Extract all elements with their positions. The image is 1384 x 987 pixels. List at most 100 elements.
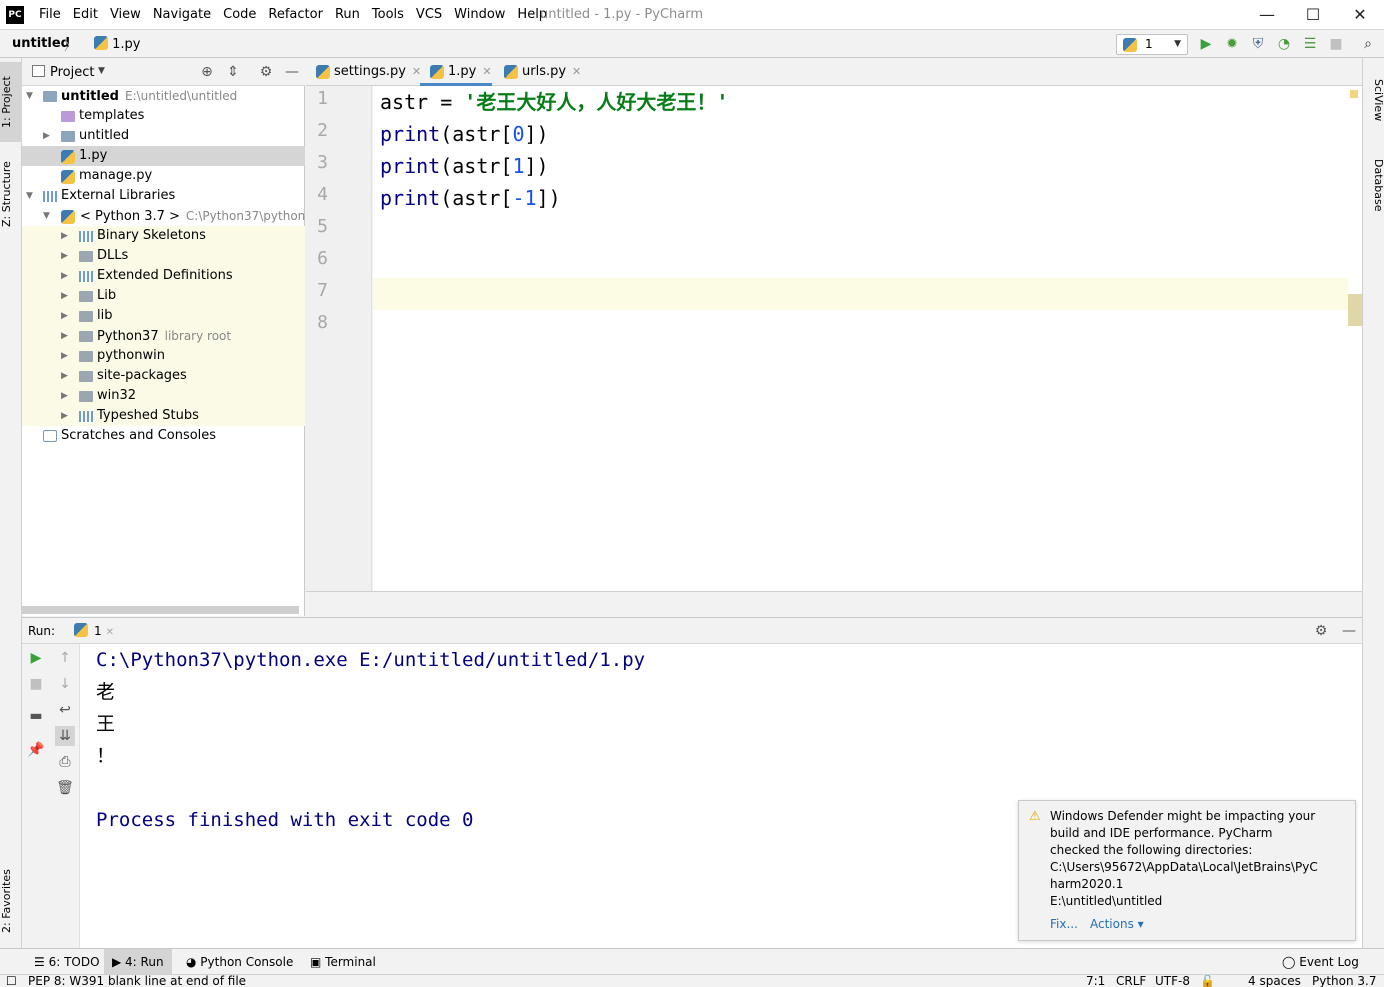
breadcrumb-file[interactable]: 1.py — [94, 36, 141, 52]
tab-terminal[interactable]: ▣ Terminal — [302, 949, 384, 975]
tree-item-python37[interactable]: ▶ Python37 library root — [22, 326, 305, 346]
arrow-up-icon[interactable]: ↑ — [55, 648, 75, 668]
collapse-all-icon[interactable]: ⇕ — [224, 63, 242, 81]
tab-event-log[interactable]: ◯ Event Log — [1274, 949, 1367, 975]
arrow-down-icon[interactable]: ↓ — [55, 674, 75, 694]
run-tab-1[interactable]: 1 ✕ — [74, 623, 114, 638]
tree-item-lib-upper[interactable]: ▶ Lib — [22, 286, 305, 306]
debug-icon[interactable]: ✹ — [1222, 34, 1242, 54]
layout-icon[interactable]: ▬ — [26, 706, 46, 726]
lock-icon[interactable]: 🔓 — [1200, 975, 1215, 987]
tab-database[interactable]: Database — [1363, 148, 1384, 222]
run-icon[interactable]: ▶ — [1196, 34, 1216, 54]
tree-item-site-packages[interactable]: ▶ site-packages — [22, 366, 305, 386]
close-icon[interactable]: ✕ — [106, 627, 114, 638]
gear-icon[interactable]: ⚙ — [257, 63, 275, 81]
rerun-icon[interactable]: ▶ — [26, 648, 46, 668]
tree-item-untitled-package[interactable]: ▶ untitled — [22, 126, 305, 146]
tree-item-manage-py[interactable]: manage.py — [22, 166, 305, 186]
gear-icon[interactable]: ⚙ — [1312, 622, 1330, 640]
minimize-button[interactable]: — — [1244, 0, 1290, 30]
tree-item-templates[interactable]: templates — [22, 106, 305, 126]
horizontal-scrollbar[interactable] — [22, 606, 299, 614]
indent-setting[interactable]: 4 spaces — [1248, 975, 1301, 987]
tree-item-extended-definitions[interactable]: ▶ Extended Definitions — [22, 266, 305, 286]
close-button[interactable]: ✕ — [1337, 0, 1383, 30]
locate-icon[interactable]: ⊕ — [198, 63, 216, 81]
event-log-icon: ◯ — [1282, 955, 1300, 969]
tab-1-py[interactable]: 1.py ✕ — [420, 58, 492, 86]
close-icon[interactable]: ✕ — [572, 65, 581, 78]
coverage-icon[interactable]: ⛨ — [1248, 34, 1268, 54]
status-message[interactable]: PEP 8: W391 blank line at end of file — [28, 975, 246, 987]
chevron-down-icon[interactable]: ▼ — [98, 66, 105, 76]
hide-icon[interactable]: — — [1340, 622, 1358, 640]
tree-item-binary-skeletons[interactable]: ▶ Binary Skeletons — [22, 226, 305, 246]
fix-link[interactable]: Fix... — [1050, 917, 1078, 931]
tab-favorites[interactable]: 2: Favorites — [0, 858, 22, 944]
tree-item-win32[interactable]: ▶ win32 — [22, 386, 305, 406]
tab-project[interactable]: 1: Project — [0, 62, 22, 142]
scrollbar-caret-marker[interactable] — [1348, 294, 1362, 326]
tab-python-console[interactable]: ◕ Python Console — [178, 949, 301, 975]
menu-vcs[interactable]: VCS — [410, 0, 448, 30]
chevron-right-icon: ▶ — [61, 311, 68, 321]
hide-icon[interactable]: — — [283, 63, 301, 81]
tree-item-pythonwin[interactable]: ▶ pythonwin — [22, 346, 305, 366]
tree-item-dlls[interactable]: ▶ DLLs — [22, 246, 305, 266]
tab-todo[interactable]: ☰ 6: TODO — [26, 949, 108, 975]
tree-item-typeshed-stubs[interactable]: ▶ Typeshed Stubs — [22, 406, 305, 426]
tab-settings-py[interactable]: settings.py ✕ — [306, 58, 421, 86]
menu-edit[interactable]: Edit — [67, 0, 104, 30]
menu-refactor[interactable]: Refactor — [262, 0, 329, 30]
caret-position[interactable]: 7:1 — [1086, 975, 1105, 987]
run-config-select[interactable]: 1 ▼ — [1116, 34, 1188, 55]
menu-run[interactable]: Run — [329, 0, 366, 30]
maximize-button[interactable]: ☐ — [1290, 0, 1336, 30]
code-token: ]) — [536, 186, 561, 210]
status-toggle-icon[interactable]: ☐ — [6, 975, 17, 987]
close-icon[interactable]: ✕ — [482, 65, 491, 78]
left-tool-stripe: 1: Project Z: Structure 2: Favorites — [0, 58, 22, 948]
tab-urls-py[interactable]: urls.py ✕ — [494, 58, 581, 86]
tab-label: Python Console — [200, 955, 294, 969]
pin-icon[interactable]: 📌 — [26, 740, 46, 760]
search-icon[interactable]: ⌕ — [1358, 34, 1378, 54]
menu-window[interactable]: Window — [448, 0, 511, 30]
menu-code[interactable]: Code — [217, 0, 262, 30]
code-token: = — [428, 90, 465, 114]
breadcrumb-project[interactable]: untitled — [12, 36, 70, 51]
file-encoding[interactable]: UTF-8 — [1155, 975, 1190, 987]
menu-tools[interactable]: Tools — [366, 0, 410, 30]
tree-item-external-libraries[interactable]: ▼ External Libraries — [22, 186, 305, 206]
scroll-to-end-icon[interactable]: ⇊ — [55, 726, 75, 746]
profile-icon[interactable]: ◔ — [1274, 34, 1294, 54]
tree-item-lib-lower[interactable]: ▶ lib — [22, 306, 305, 326]
print-icon[interactable]: ⎙ — [55, 752, 75, 772]
project-view-select[interactable]: Project — [50, 65, 94, 80]
tree-item-python-sdk[interactable]: ▼ < Python 3.7 > C:\Python37\python.exe — [22, 206, 330, 226]
tree-item-1py[interactable]: 1.py — [22, 146, 305, 166]
folder-icon — [79, 251, 93, 262]
line-number: 2 — [317, 120, 328, 141]
actions-dropdown[interactable]: Actions ▾ — [1090, 917, 1144, 931]
interpreter[interactable]: Python 3.7 — [1312, 975, 1377, 987]
concurrency-icon[interactable]: ☰ — [1300, 34, 1320, 54]
chevron-right-icon: ▶ — [61, 251, 68, 261]
soft-wrap-icon[interactable]: ↩ — [55, 700, 75, 720]
tab-structure[interactable]: Z: Structure — [0, 150, 22, 238]
stop-icon[interactable]: ■ — [1326, 34, 1346, 54]
inspection-marker-icon[interactable] — [1350, 90, 1358, 98]
menu-view[interactable]: View — [104, 0, 147, 30]
trash-icon[interactable]: 🗑 — [55, 778, 75, 798]
tab-run[interactable]: ▶ 4: Run — [104, 949, 172, 975]
editor-bottom-strip — [306, 591, 1362, 617]
tree-item-untitled-root[interactable]: ▼ untitled E:\untitled\untitled — [22, 86, 305, 106]
status-bar: ☐ PEP 8: W391 blank line at end of file … — [0, 974, 1384, 987]
tab-sciview[interactable]: SciView — [1363, 70, 1384, 130]
tree-item-scratches[interactable]: Scratches and Consoles — [22, 426, 305, 446]
stop-icon[interactable]: ■ — [26, 674, 46, 694]
menu-file[interactable]: File — [33, 0, 67, 30]
menu-navigate[interactable]: Navigate — [147, 0, 217, 30]
line-separator[interactable]: CRLF — [1116, 975, 1146, 987]
